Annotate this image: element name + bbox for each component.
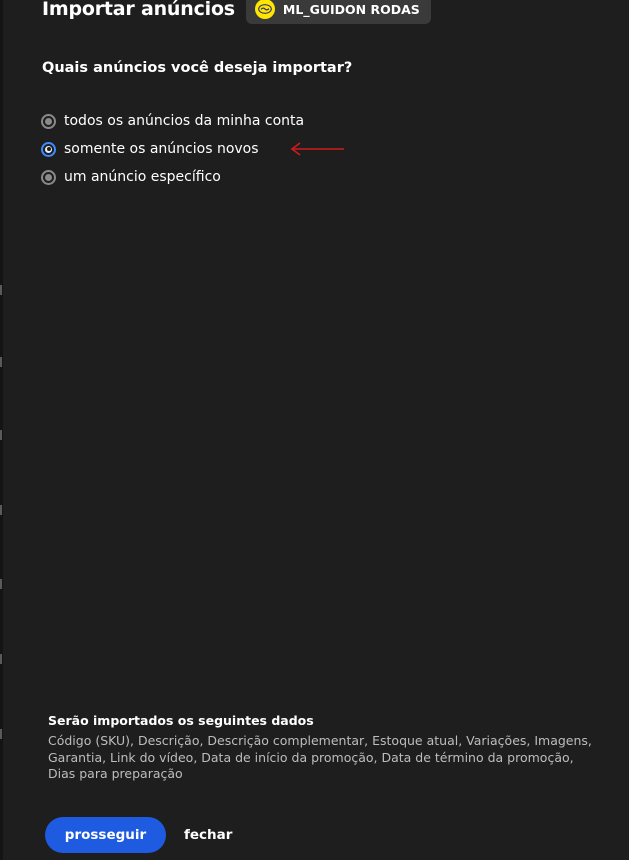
edge-mark [0,654,2,664]
import-question: Quais anúncios você deseja importar? [42,60,353,76]
edge-mark [0,729,2,739]
radio-all-ads[interactable] [41,113,56,129]
dialog-header: Importar anúncios ML_GUIDON RODAS [42,0,431,24]
option-label: somente os anúncios novos [64,141,259,157]
option-new-ads[interactable]: somente os anúncios novos [41,135,304,163]
option-label: todos os anúncios da minha conta [64,113,305,129]
account-name: ML_GUIDON RODAS [282,1,420,17]
edge-mark [0,579,2,589]
radio-specific-ad[interactable] [41,169,56,185]
imported-data-info: Serão importados os seguintes dados Códi… [48,713,608,783]
dialog-footer: prosseguir fechar [45,817,232,853]
option-specific-ad[interactable]: um anúncio específico [41,163,304,191]
edge-mark [0,357,2,367]
proceed-button[interactable]: prosseguir [45,817,166,853]
option-all-ads[interactable]: todos os anúncios da minha conta [41,107,304,135]
close-button[interactable]: fechar [184,827,232,843]
page-title: Importar anúncios [42,0,235,20]
edge-mark [0,285,2,295]
import-options: todos os anúncios da minha conta somente… [41,107,304,191]
info-text: Código (SKU), Descrição, Descrição compl… [48,733,608,783]
info-line: Código (SKU), Descrição, Descrição compl… [48,733,592,748]
info-line: Garantia, Link do vídeo, Data de início … [48,749,574,765]
info-title: Serão importados os seguintes dados [48,713,314,728]
info-line: Dias para preparação [48,766,183,781]
account-chip[interactable]: ML_GUIDON RODAS [245,0,431,24]
window-edge [0,0,3,860]
edge-mark [0,430,2,440]
red-arrow-annotation [290,142,344,156]
radio-new-ads[interactable] [41,141,56,157]
option-label: um anúncio específico [64,169,221,185]
edge-mark [0,505,2,515]
handshake-icon [254,0,275,19]
